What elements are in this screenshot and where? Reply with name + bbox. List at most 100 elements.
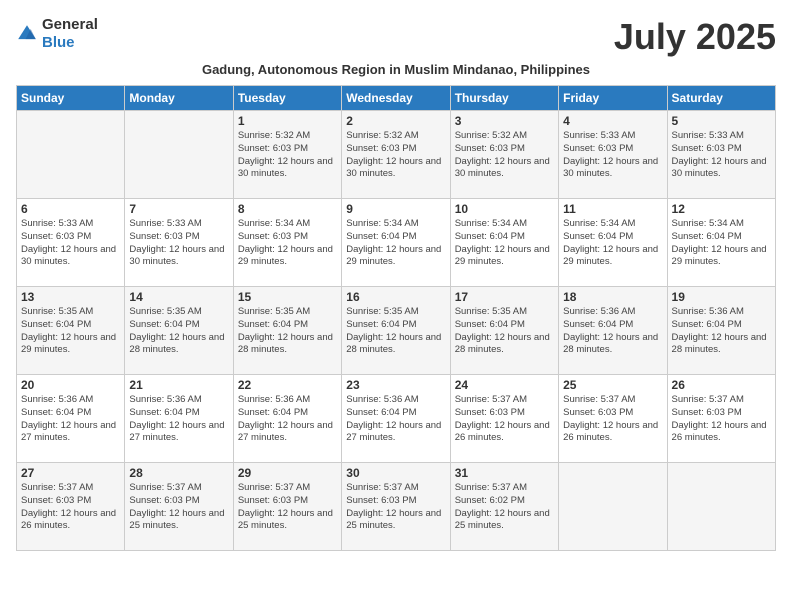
day-detail: Sunrise: 5:35 AMSunset: 6:04 PMDaylight:… — [455, 306, 554, 357]
header: General Blue July 2025 — [16, 16, 776, 58]
day-detail: Sunrise: 5:36 AMSunset: 6:04 PMDaylight:… — [672, 306, 771, 357]
calendar-week-row: 27Sunrise: 5:37 AMSunset: 6:03 PMDayligh… — [17, 463, 776, 551]
calendar-cell: 4 Sunrise: 5:33 AMSunset: 6:03 PMDaylight… — [559, 111, 667, 199]
day-detail: Sunrise: 5:37 AMSunset: 6:03 PMDaylight:… — [129, 482, 228, 533]
month-title: July 2025 — [614, 16, 776, 58]
calendar-cell: 8 Sunrise: 5:34 AMSunset: 6:03 PMDaylight… — [233, 199, 341, 287]
day-number: 9 — [346, 202, 445, 216]
day-detail: Sunrise: 5:37 AMSunset: 6:03 PMDaylight:… — [346, 482, 445, 533]
calendar-cell — [667, 463, 775, 551]
day-detail: Sunrise: 5:36 AMSunset: 6:04 PMDaylight:… — [346, 394, 445, 445]
calendar-week-row: 1 Sunrise: 5:32 AMSunset: 6:03 PMDaylight… — [17, 111, 776, 199]
day-of-week-header: Monday — [125, 86, 233, 111]
day-number: 20 — [21, 378, 120, 392]
day-detail: Sunrise: 5:34 AMSunset: 6:04 PMDaylight:… — [672, 218, 771, 269]
day-number: 11 — [563, 202, 662, 216]
day-detail: Sunrise: 5:35 AMSunset: 6:04 PMDaylight:… — [129, 306, 228, 357]
day-of-week-header: Tuesday — [233, 86, 341, 111]
calendar-cell: 29 Sunrise: 5:37 AMSunset: 6:03 PMDayligh… — [233, 463, 341, 551]
day-detail: Sunrise: 5:34 AMSunset: 6:03 PMDaylight:… — [238, 218, 337, 269]
day-detail: Sunrise: 5:35 AMSunset: 6:04 PMDaylight:… — [238, 306, 337, 357]
day-number: 31 — [455, 466, 554, 480]
day-of-week-header: Thursday — [450, 86, 558, 111]
calendar-week-row: 20 Sunrise: 5:36 AMSunset: 6:04 PMDayligh… — [17, 375, 776, 463]
calendar-subtitle: Gadung, Autonomous Region in Muslim Mind… — [16, 62, 776, 77]
day-detail: Sunrise: 5:32 AMSunset: 6:03 PMDaylight:… — [238, 130, 337, 181]
calendar-cell: 16Sunrise: 5:35 AMSunset: 6:04 PMDayligh… — [342, 287, 450, 375]
day-number: 19 — [672, 290, 771, 304]
calendar-cell: 23Sunrise: 5:36 AMSunset: 6:04 PMDayligh… — [342, 375, 450, 463]
day-number: 7 — [129, 202, 228, 216]
calendar-cell: 2Sunrise: 5:32 AMSunset: 6:03 PMDaylight… — [342, 111, 450, 199]
calendar-cell: 22 Sunrise: 5:36 AMSunset: 6:04 PMDayligh… — [233, 375, 341, 463]
calendar-cell: 28 Sunrise: 5:37 AMSunset: 6:03 PMDayligh… — [125, 463, 233, 551]
day-number: 30 — [346, 466, 445, 480]
calendar-cell: 11 Sunrise: 5:34 AMSunset: 6:04 PMDayligh… — [559, 199, 667, 287]
day-detail: Sunrise: 5:36 AMSunset: 6:04 PMDaylight:… — [21, 394, 120, 445]
calendar-cell: 26 Sunrise: 5:37 AMSunset: 6:03 PMDayligh… — [667, 375, 775, 463]
day-number: 13 — [21, 290, 120, 304]
logo-blue: Blue — [42, 34, 75, 51]
day-detail: Sunrise: 5:37 AMSunset: 6:03 PMDaylight:… — [563, 394, 662, 445]
calendar-cell: 19 Sunrise: 5:36 AMSunset: 6:04 PMDayligh… — [667, 287, 775, 375]
day-detail: Sunrise: 5:34 AMSunset: 6:04 PMDaylight:… — [346, 218, 445, 269]
day-detail: Sunrise: 5:37 AMSunset: 6:02 PMDaylight:… — [455, 482, 554, 533]
calendar-cell — [17, 111, 125, 199]
day-number: 28 — [129, 466, 228, 480]
calendar-cell — [559, 463, 667, 551]
day-number: 16 — [346, 290, 445, 304]
logo: General Blue — [16, 16, 98, 52]
calendar-cell: 1 Sunrise: 5:32 AMSunset: 6:03 PMDaylight… — [233, 111, 341, 199]
day-detail: Sunrise: 5:34 AMSunset: 6:04 PMDaylight:… — [563, 218, 662, 269]
day-detail: Sunrise: 5:33 AMSunset: 6:03 PMDaylight:… — [563, 130, 662, 181]
calendar-cell: 14Sunrise: 5:35 AMSunset: 6:04 PMDayligh… — [125, 287, 233, 375]
day-number: 18 — [563, 290, 662, 304]
day-detail: Sunrise: 5:37 AMSunset: 6:03 PMDaylight:… — [672, 394, 771, 445]
day-of-week-header: Wednesday — [342, 86, 450, 111]
calendar-cell: 12 Sunrise: 5:34 AMSunset: 6:04 PMDayligh… — [667, 199, 775, 287]
calendar-table: SundayMondayTuesdayWednesdayThursdayFrid… — [16, 85, 776, 551]
calendar-cell: 31 Sunrise: 5:37 AMSunset: 6:02 PMDayligh… — [450, 463, 558, 551]
calendar-cell: 9 Sunrise: 5:34 AMSunset: 6:04 PMDaylight… — [342, 199, 450, 287]
calendar-cell: 30 Sunrise: 5:37 AMSunset: 6:03 PMDayligh… — [342, 463, 450, 551]
day-detail: Sunrise: 5:32 AMSunset: 6:03 PMDaylight:… — [455, 130, 554, 181]
day-detail: Sunrise: 5:37 AMSunset: 6:03 PMDaylight:… — [21, 482, 120, 533]
day-number: 1 — [238, 114, 337, 128]
day-detail: Sunrise: 5:37 AMSunset: 6:03 PMDaylight:… — [455, 394, 554, 445]
calendar-cell: 27Sunrise: 5:37 AMSunset: 6:03 PMDayligh… — [17, 463, 125, 551]
day-of-week-header: Saturday — [667, 86, 775, 111]
day-number: 24 — [455, 378, 554, 392]
day-number: 10 — [455, 202, 554, 216]
day-of-week-header: Friday — [559, 86, 667, 111]
day-detail: Sunrise: 5:33 AMSunset: 6:03 PMDaylight:… — [21, 218, 120, 269]
day-number: 17 — [455, 290, 554, 304]
logo-icon — [16, 23, 38, 45]
calendar-cell: 24 Sunrise: 5:37 AMSunset: 6:03 PMDayligh… — [450, 375, 558, 463]
day-number: 25 — [563, 378, 662, 392]
day-detail: Sunrise: 5:36 AMSunset: 6:04 PMDaylight:… — [238, 394, 337, 445]
day-detail: Sunrise: 5:36 AMSunset: 6:04 PMDaylight:… — [129, 394, 228, 445]
calendar-week-row: 6 Sunrise: 5:33 AMSunset: 6:03 PMDaylight… — [17, 199, 776, 287]
day-number: 21 — [129, 378, 228, 392]
day-detail: Sunrise: 5:37 AMSunset: 6:03 PMDaylight:… — [238, 482, 337, 533]
day-number: 22 — [238, 378, 337, 392]
day-number: 6 — [21, 202, 120, 216]
day-of-week-header: Sunday — [17, 86, 125, 111]
calendar-cell: 7Sunrise: 5:33 AMSunset: 6:03 PMDaylight… — [125, 199, 233, 287]
calendar-cell: 6 Sunrise: 5:33 AMSunset: 6:03 PMDaylight… — [17, 199, 125, 287]
day-number: 15 — [238, 290, 337, 304]
calendar-cell: 17 Sunrise: 5:35 AMSunset: 6:04 PMDayligh… — [450, 287, 558, 375]
day-number: 4 — [563, 114, 662, 128]
logo-general: General — [42, 16, 98, 33]
logo-text: General Blue — [42, 16, 98, 52]
day-number: 2 — [346, 114, 445, 128]
day-number: 3 — [455, 114, 554, 128]
day-detail: Sunrise: 5:34 AMSunset: 6:04 PMDaylight:… — [455, 218, 554, 269]
day-number: 8 — [238, 202, 337, 216]
day-number: 26 — [672, 378, 771, 392]
calendar-cell: 5Sunrise: 5:33 AMSunset: 6:03 PMDaylight… — [667, 111, 775, 199]
day-number: 12 — [672, 202, 771, 216]
calendar-cell: 13Sunrise: 5:35 AMSunset: 6:04 PMDayligh… — [17, 287, 125, 375]
day-number: 29 — [238, 466, 337, 480]
calendar-week-row: 13 Sunrise: 5:35 AMSunset: 6:04 PMDayligh… — [17, 287, 776, 375]
